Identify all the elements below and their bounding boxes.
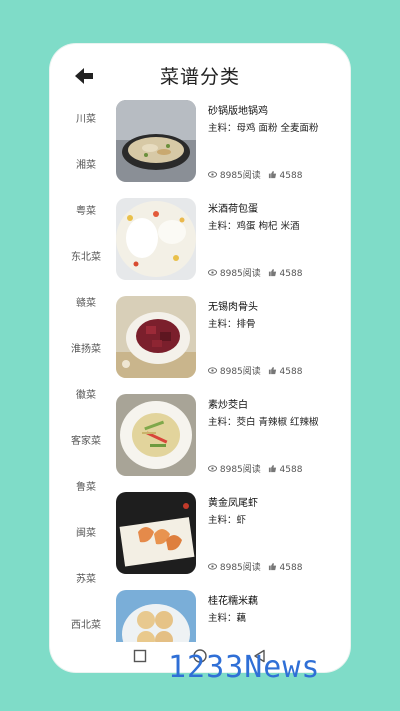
- recipe-list: 砂锅版地锅鸡 主料：母鸡 面粉 全麦面粉 8985阅读 4588 米酒荷包蛋 主…: [116, 96, 344, 642]
- category-sidebar: 川菜 湘菜 粤菜 东北菜 赣菜 淮扬菜 徽菜 客家菜 鲁菜 闽菜 苏菜 西北菜: [56, 102, 116, 642]
- thumbs-up-icon: [268, 562, 277, 574]
- recipe-card[interactable]: 砂锅版地锅鸡 主料：母鸡 面粉 全麦面粉 8985阅读 4588: [116, 96, 344, 188]
- recipe-stats: 8985阅读 4588: [208, 168, 302, 182]
- sidebar-item-gan[interactable]: 赣菜: [56, 294, 116, 309]
- recipe-name: 无锡肉骨头: [208, 302, 258, 313]
- watermark-text: 1233News: [168, 650, 321, 685]
- recipe-stats: 8985阅读 4588: [208, 364, 302, 378]
- sidebar-item-yue[interactable]: 粤菜: [56, 202, 116, 217]
- eye-icon: [208, 366, 217, 377]
- recipe-image: [116, 492, 196, 574]
- recipe-image: [116, 198, 196, 280]
- recipe-stats: 8985阅读 4588: [208, 462, 302, 476]
- recipe-ingredients: 主料：茭白 青辣椒 红辣椒: [208, 417, 319, 428]
- like-count: 4588: [279, 269, 303, 279]
- recipe-name: 米酒荷包蛋: [208, 204, 258, 215]
- recipe-stats: 8985阅读 4588: [208, 560, 302, 574]
- recents-square-icon[interactable]: [132, 648, 148, 664]
- recipe-name: 桂花糯米藕: [208, 596, 258, 607]
- recipe-stats: 8985阅读 4588: [208, 266, 302, 280]
- recipe-card[interactable]: 无锡肉骨头 主料：排骨 8985阅读 4588: [116, 292, 344, 384]
- thumbs-up-icon: [268, 464, 277, 476]
- like-count: 4588: [279, 367, 303, 377]
- sidebar-item-dongbei[interactable]: 东北菜: [56, 248, 116, 263]
- eye-icon: [208, 562, 217, 573]
- eye-icon: [208, 268, 217, 279]
- like-count: 4588: [279, 171, 303, 181]
- view-count: 8985阅读: [219, 563, 261, 573]
- recipe-card[interactable]: 黄金凤尾虾 主料：虾 8985阅读 4588: [116, 488, 344, 580]
- like-count: 4588: [279, 465, 303, 475]
- sidebar-item-min[interactable]: 闽菜: [56, 524, 116, 539]
- thumbs-up-icon: [268, 366, 277, 378]
- eye-icon: [208, 464, 217, 475]
- recipe-ingredients: 主料：排骨: [208, 319, 256, 330]
- sidebar-item-xibei[interactable]: 西北菜: [56, 616, 116, 631]
- sidebar-item-lu[interactable]: 鲁菜: [56, 478, 116, 493]
- recipe-ingredients: 主料：虾: [208, 515, 247, 526]
- sidebar-item-hui[interactable]: 徽菜: [56, 386, 116, 401]
- sidebar-item-chuan[interactable]: 川菜: [56, 110, 116, 125]
- recipe-image: [116, 296, 196, 378]
- recipe-ingredients: 主料：鸡蛋 枸杞 米酒: [208, 221, 300, 232]
- page-title: 菜谱分类: [159, 66, 240, 88]
- view-count: 8985阅读: [219, 367, 261, 377]
- like-count: 4588: [279, 563, 303, 573]
- sidebar-item-kejia[interactable]: 客家菜: [56, 432, 116, 447]
- view-count: 8985阅读: [219, 465, 261, 475]
- recipe-name: 黄金凤尾虾: [208, 498, 258, 509]
- recipe-ingredients: 主料：母鸡 面粉 全麦面粉: [208, 123, 319, 134]
- phone-frame: 菜谱分类 川菜 湘菜 粤菜 东北菜 赣菜 淮扬菜 徽菜 客家菜 鲁菜 闽菜 苏菜…: [50, 44, 350, 672]
- recipe-card[interactable]: 桂花糯米藕 主料：藕: [116, 586, 344, 642]
- thumbs-up-icon: [268, 170, 277, 182]
- header-bar: 菜谱分类: [56, 50, 344, 100]
- thumbs-up-icon: [268, 268, 277, 280]
- eye-icon: [208, 170, 217, 181]
- sidebar-item-huaiyang[interactable]: 淮扬菜: [56, 340, 116, 355]
- sidebar-item-su[interactable]: 苏菜: [56, 570, 116, 585]
- recipe-card[interactable]: 素炒茭白 主料：茭白 青辣椒 红辣椒 8985阅读 4588: [116, 390, 344, 482]
- recipe-image: [116, 590, 196, 642]
- recipe-name: 砂锅版地锅鸡: [208, 106, 268, 117]
- recipe-image: [116, 394, 196, 476]
- sidebar-item-xiang[interactable]: 湘菜: [56, 156, 116, 171]
- view-count: 8985阅读: [219, 269, 261, 279]
- recipe-name: 素炒茭白: [208, 400, 248, 411]
- recipe-card[interactable]: 米酒荷包蛋 主料：鸡蛋 枸杞 米酒 8985阅读 4588: [116, 194, 344, 286]
- recipe-image: [116, 100, 196, 182]
- recipe-ingredients: 主料：藕: [208, 613, 247, 624]
- app-screen: 菜谱分类 川菜 湘菜 粤菜 东北菜 赣菜 淮扬菜 徽菜 客家菜 鲁菜 闽菜 苏菜…: [56, 50, 344, 670]
- view-count: 8985阅读: [219, 171, 261, 181]
